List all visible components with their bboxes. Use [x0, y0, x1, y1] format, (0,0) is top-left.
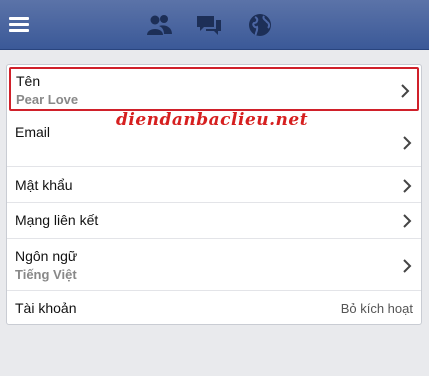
messages-icon[interactable]: [195, 11, 223, 39]
chevron-right-icon: [401, 213, 413, 229]
row-label: Mật khẩu: [15, 177, 73, 193]
row-label: Mạng liên kết: [15, 212, 99, 228]
chevron-right-icon: [399, 83, 411, 99]
friend-requests-icon[interactable]: [145, 11, 173, 39]
settings-row-account: Tài khoản Bỏ kích hoạt: [7, 291, 421, 324]
chevron-right-icon: [401, 178, 413, 194]
row-value: Pear Love: [16, 92, 79, 107]
settings-row-name[interactable]: Tên Pear Love: [9, 67, 419, 111]
settings-row-language[interactable]: Ngôn ngữ Tiếng Việt: [7, 239, 421, 291]
settings-row-networks[interactable]: Mạng liên kết: [7, 203, 421, 239]
row-label: Tài khoản: [15, 300, 77, 316]
account-settings-list: Tên Pear Love Email Mật khẩu Mạng liên k…: [6, 64, 422, 325]
notifications-globe-icon[interactable]: [246, 11, 274, 39]
deactivate-link[interactable]: Bỏ kích hoạt: [341, 301, 413, 316]
row-label: Tên: [16, 73, 41, 89]
top-navigation-bar: [0, 0, 429, 50]
chevron-right-icon: [401, 258, 413, 274]
chevron-right-icon: [401, 135, 413, 151]
row-label: Ngôn ngữ: [15, 248, 78, 264]
menu-icon[interactable]: [7, 12, 31, 36]
row-label: Email: [15, 124, 51, 140]
settings-row-password[interactable]: Mật khẩu: [7, 167, 421, 203]
watermark-text: diendanbaclieu.net: [116, 110, 309, 130]
row-value: Tiếng Việt: [15, 267, 77, 282]
